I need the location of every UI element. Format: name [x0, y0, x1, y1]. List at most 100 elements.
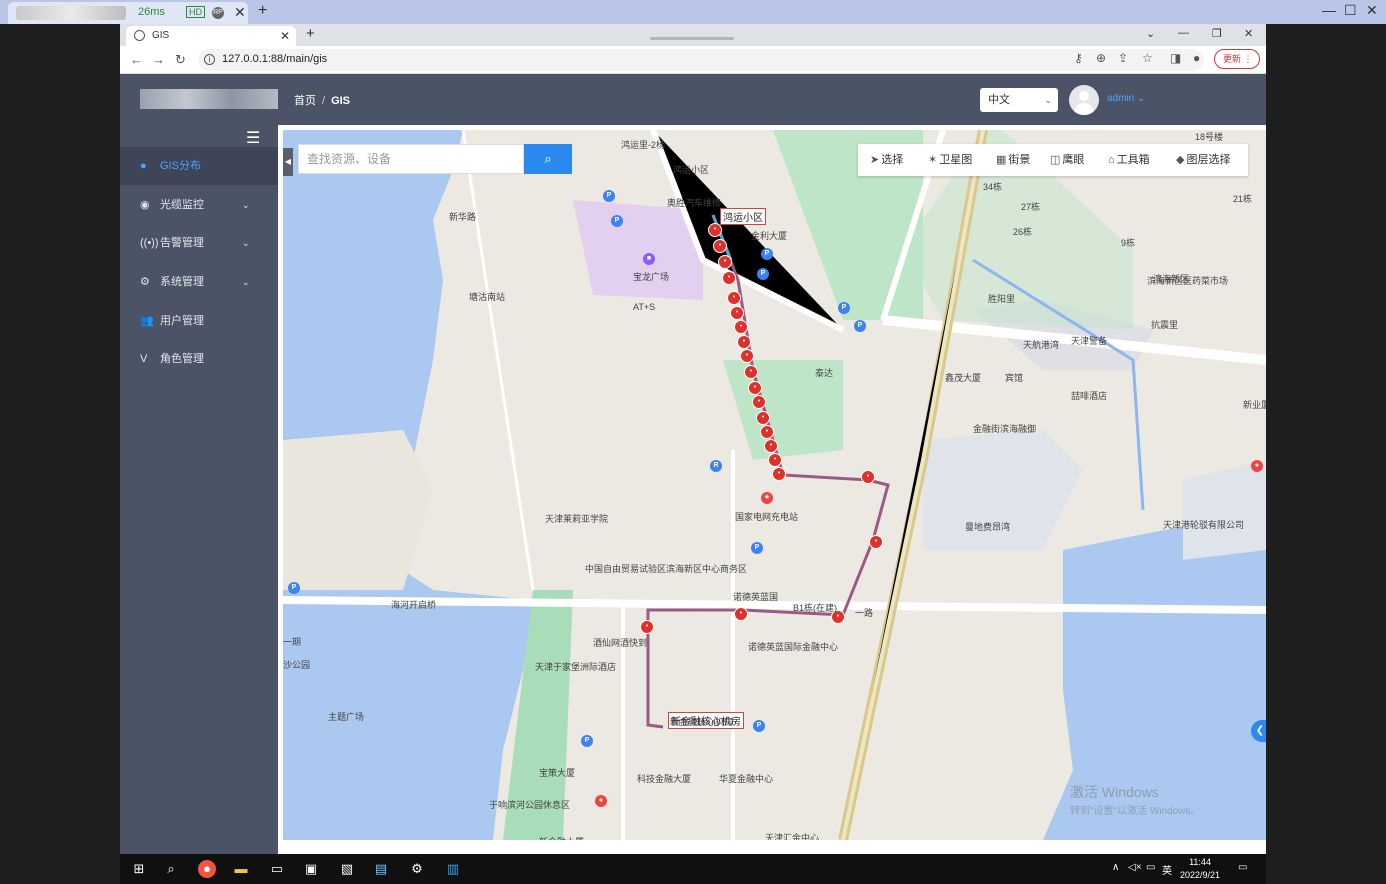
- app-icon[interactable]: ▣: [302, 860, 320, 878]
- parking-icon[interactable]: P: [581, 735, 593, 747]
- cable-node-icon[interactable]: •: [737, 335, 751, 349]
- cable-node-icon[interactable]: •: [740, 349, 754, 363]
- cable-node-icon[interactable]: •: [772, 467, 786, 481]
- cable-node-icon[interactable]: •: [722, 271, 736, 285]
- cable-node-icon[interactable]: •: [756, 411, 770, 425]
- bus-icon[interactable]: R: [710, 460, 722, 472]
- new-tab-icon[interactable]: +: [258, 2, 267, 20]
- sidepanel-icon[interactable]: ◨: [1170, 51, 1181, 65]
- right-panel-toggle[interactable]: ❮: [1251, 720, 1266, 742]
- parking-icon[interactable]: P: [761, 248, 773, 260]
- notification-icon[interactable]: ▭: [1238, 862, 1247, 873]
- search-button[interactable]: ⌕: [524, 144, 572, 174]
- omnibox[interactable]: i 127.0.0.1:88/main/gis: [198, 49, 1204, 71]
- cable-node-icon[interactable]: •: [768, 453, 782, 467]
- outer-tab[interactable]: 26ms HD RP ✕: [8, 2, 248, 24]
- info-icon[interactable]: i: [204, 54, 215, 65]
- cable-node-icon[interactable]: •: [718, 255, 732, 269]
- cable-node-icon[interactable]: •: [640, 620, 654, 634]
- parking-icon[interactable]: P: [753, 720, 765, 732]
- breadcrumb-home[interactable]: 首页: [294, 95, 316, 107]
- tool-eagleeye[interactable]: ◫ 鹰眼: [1050, 144, 1084, 176]
- close-icon[interactable]: ✕: [234, 4, 246, 21]
- parking-icon[interactable]: P: [611, 215, 623, 227]
- new-tab-icon[interactable]: +: [306, 25, 315, 42]
- marker-icon[interactable]: ●: [1251, 460, 1263, 472]
- ime-indicator[interactable]: 英: [1162, 862, 1172, 877]
- cable-node-icon[interactable]: •: [760, 425, 774, 439]
- cable-node-icon[interactable]: •: [730, 306, 744, 320]
- star-icon[interactable]: ☆: [1142, 51, 1153, 65]
- cable-node-icon[interactable]: •: [713, 239, 727, 253]
- cable-node-icon[interactable]: •: [752, 395, 766, 409]
- windows-start-icon[interactable]: ⊞: [130, 860, 148, 878]
- parking-icon[interactable]: P: [757, 268, 769, 280]
- maximize-icon[interactable]: ☐: [1344, 2, 1357, 19]
- gis-map[interactable]: ◀ 查找资源、设备 ⌕ ➤ 选择 ✶ 卫星图 ▦ 街景 ◫ 鹰眼 ⌂ 工具箱 ◆ 图层选择 …: [283, 130, 1266, 840]
- menu-toggle-icon[interactable]: ☰: [246, 128, 260, 148]
- app-icon[interactable]: ▥: [444, 860, 462, 878]
- minimize-icon[interactable]: —: [1322, 2, 1336, 18]
- sidebar-item-cable-monitor[interactable]: ◉ 光缆监控 ⌄: [120, 186, 278, 224]
- avatar[interactable]: [1069, 85, 1099, 115]
- marker-icon[interactable]: ●: [595, 795, 607, 807]
- terminal-icon[interactable]: ▭: [268, 860, 286, 878]
- tool-select[interactable]: ➤ 选择: [870, 144, 903, 176]
- search-input[interactable]: 查找资源、设备: [298, 144, 524, 174]
- cable-node-icon[interactable]: •: [861, 470, 875, 484]
- app-icon[interactable]: ▧: [338, 860, 356, 878]
- cable-node-icon[interactable]: •: [708, 223, 722, 237]
- tool-layers[interactable]: ◆ 图层选择: [1176, 144, 1230, 176]
- collapse-panel-button[interactable]: ◀: [283, 148, 293, 176]
- tab-list-icon[interactable]: ⌄: [1146, 27, 1155, 40]
- zoom-icon[interactable]: ⊕: [1096, 51, 1106, 65]
- volume-icon[interactable]: ◁×: [1128, 862, 1142, 873]
- user-menu[interactable]: admin ⌄: [1107, 93, 1145, 104]
- tab-gis[interactable]: GIS ✕: [126, 26, 296, 46]
- forward-icon[interactable]: →: [152, 52, 165, 67]
- share-icon[interactable]: ⇪: [1118, 51, 1128, 65]
- sidebar-item-alarm[interactable]: ((•)) 告警管理 ⌄: [120, 224, 278, 262]
- close-window-icon[interactable]: ✕: [1366, 2, 1378, 19]
- parking-icon[interactable]: P: [838, 302, 850, 314]
- cable-node-icon[interactable]: •: [869, 535, 883, 549]
- parking-icon[interactable]: P: [854, 320, 866, 332]
- cable-node-icon[interactable]: •: [744, 365, 758, 379]
- cable-node-icon[interactable]: •: [748, 381, 762, 395]
- sidebar-item-roles[interactable]: V 角色管理: [120, 340, 278, 378]
- tray-chevron-icon[interactable]: ∧: [1112, 862, 1119, 873]
- network-icon[interactable]: ▭: [1146, 862, 1155, 873]
- tool-streetview[interactable]: ▦ 街景: [996, 144, 1030, 176]
- gear-icon[interactable]: ⚙: [408, 860, 426, 878]
- sidebar-item-gis[interactable]: ● GIS分布: [120, 147, 278, 185]
- parking-icon[interactable]: P: [288, 582, 300, 594]
- back-icon[interactable]: ←: [130, 52, 143, 67]
- callout-hongyun[interactable]: 鸿运小区: [720, 208, 766, 225]
- tab-close-icon[interactable]: ✕: [280, 26, 290, 46]
- cable-node-icon[interactable]: •: [764, 439, 778, 453]
- language-select[interactable]: 中文 ⌄: [980, 88, 1058, 112]
- charging-station-icon[interactable]: ★: [761, 492, 773, 504]
- parking-icon[interactable]: P: [603, 190, 615, 202]
- app-icon[interactable]: ▤: [372, 860, 390, 878]
- tool-toolbox[interactable]: ⌂ 工具箱: [1108, 144, 1150, 176]
- tool-satellite[interactable]: ✶ 卫星图: [928, 144, 972, 176]
- parking-icon[interactable]: P: [751, 542, 763, 554]
- folder-icon[interactable]: ▬: [232, 860, 250, 878]
- reload-icon[interactable]: ↻: [175, 52, 186, 68]
- update-button[interactable]: 更新 ⋮: [1214, 49, 1260, 69]
- clock[interactable]: 11:44 2022/9/21: [1180, 856, 1220, 882]
- restore-icon[interactable]: ❐: [1212, 27, 1222, 40]
- profile-icon[interactable]: ●: [1193, 51, 1200, 65]
- cable-node-icon[interactable]: •: [734, 607, 748, 621]
- mall-icon[interactable]: ■: [643, 253, 655, 265]
- search-icon[interactable]: ⌕: [162, 860, 180, 878]
- sidebar-item-users[interactable]: 👥 用户管理: [120, 302, 278, 340]
- close-window-icon[interactable]: ✕: [1244, 27, 1253, 40]
- chrome-icon[interactable]: ●: [198, 860, 216, 878]
- sidebar-item-system[interactable]: ⚙ 系统管理 ⌄: [120, 263, 278, 301]
- key-icon[interactable]: ⚷: [1074, 51, 1083, 65]
- cable-node-icon[interactable]: •: [727, 291, 741, 305]
- minimize-icon[interactable]: —: [1178, 27, 1189, 39]
- cable-node-icon[interactable]: •: [734, 320, 748, 334]
